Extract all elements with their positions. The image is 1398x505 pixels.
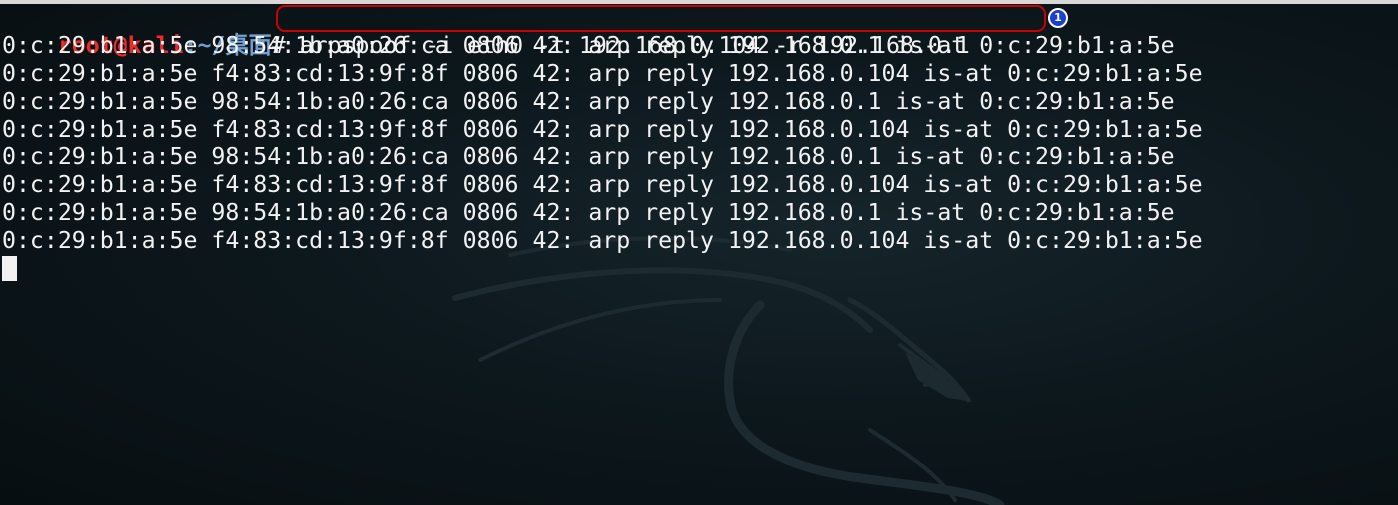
output-line: 0:c:29:b1:a:5e f4:83:cd:13:9f:8f 0806 42… bbox=[2, 60, 1203, 87]
output-line: 0:c:29:b1:a:5e f4:83:cd:13:9f:8f 0806 42… bbox=[2, 171, 1203, 198]
output-line: 0:c:29:b1:a:5e f4:83:cd:13:9f:8f 0806 42… bbox=[2, 116, 1203, 143]
terminal-window[interactable]: root@kali:~/桌面# arpspoof -i eth0 -t 192.… bbox=[0, 0, 1398, 505]
text-cursor bbox=[2, 256, 17, 281]
annotation-badge: 1 bbox=[1048, 8, 1068, 28]
output-line: 0:c:29:b1:a:5e 98:54:1b:a0:26:ca 0806 42… bbox=[2, 143, 1175, 170]
output-line: 0:c:29:b1:a:5e 98:54:1b:a0:26:ca 0806 42… bbox=[2, 88, 1175, 115]
output-line: 0:c:29:b1:a:5e 98:54:1b:a0:26:ca 0806 42… bbox=[2, 32, 1175, 59]
command-highlight-box bbox=[276, 5, 1046, 32]
output-line: 0:c:29:b1:a:5e 98:54:1b:a0:26:ca 0806 42… bbox=[2, 199, 1175, 226]
output-line: 0:c:29:b1:a:5e f4:83:cd:13:9f:8f 0806 42… bbox=[2, 227, 1203, 254]
